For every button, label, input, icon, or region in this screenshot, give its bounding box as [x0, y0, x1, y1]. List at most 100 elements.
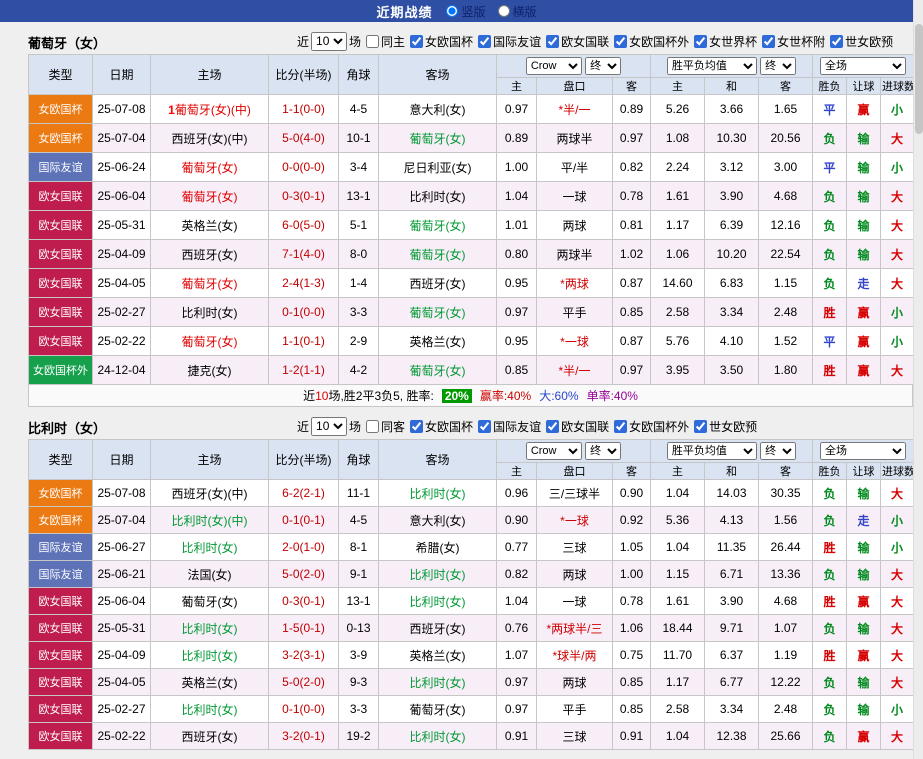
score[interactable]: 5-0(2-0) [268, 560, 339, 588]
competition-filter[interactable]: 欧女国联 [541, 418, 609, 435]
same-venue-filter[interactable]: 同客 [361, 418, 405, 435]
home-team[interactable]: 英格兰(女) [150, 668, 269, 696]
away-team[interactable]: 葡萄牙(女) [378, 695, 497, 723]
score[interactable]: 3-2(3-1) [268, 641, 339, 669]
competition-filter[interactable]: 女欧国杯 [405, 418, 473, 435]
away-team[interactable]: 葡萄牙(女) [378, 355, 497, 385]
home-team[interactable]: 葡萄牙(女) [150, 181, 269, 211]
odds-stage-select[interactable]: 终 [585, 57, 622, 75]
away-team[interactable]: 葡萄牙(女) [378, 239, 497, 269]
layout-option-vertical[interactable]: 竖版 [446, 3, 486, 20]
competition-filter-checkbox[interactable] [614, 34, 628, 48]
home-team[interactable]: 英格兰(女) [150, 210, 269, 240]
same-venue-filter-checkbox[interactable] [366, 34, 380, 48]
score[interactable]: 0-3(0-1) [268, 587, 339, 615]
layout-option-horizontal[interactable]: 横版 [497, 3, 537, 20]
score[interactable]: 0-1(0-0) [268, 695, 339, 723]
competition-filter[interactable]: 世女欧预 [825, 33, 893, 50]
scope-select[interactable]: 全场 [820, 57, 907, 75]
competition-filter-checkbox[interactable] [614, 419, 628, 433]
odds-stage-select[interactable]: 终 [585, 442, 622, 460]
home-team[interactable]: 比利时(女)(中) [150, 506, 269, 534]
score[interactable]: 1-5(0-1) [268, 614, 339, 642]
score[interactable]: 0-1(0-1) [268, 506, 339, 534]
score[interactable]: 3-2(0-1) [268, 722, 339, 750]
away-team[interactable]: 希腊(女) [378, 533, 497, 561]
score[interactable]: 5-0(2-0) [268, 668, 339, 696]
score[interactable]: 2-0(1-0) [268, 533, 339, 561]
away-team[interactable]: 意大利(女) [378, 94, 497, 124]
home-team[interactable]: 葡萄牙(女) [150, 326, 269, 356]
score[interactable]: 0-3(0-1) [268, 181, 339, 211]
home-team[interactable]: 法国(女) [150, 560, 269, 588]
home-team[interactable]: 葡萄牙(女) [150, 268, 269, 298]
euro-stage-select[interactable]: 终 [760, 57, 797, 75]
away-team[interactable]: 比利时(女) [378, 479, 497, 507]
home-team[interactable]: 葡萄牙(女) [150, 587, 269, 615]
competition-filter-checkbox[interactable] [478, 419, 492, 433]
competition-filter-checkbox[interactable] [762, 34, 776, 48]
home-team[interactable]: 1葡萄牙(女)(中) [150, 94, 269, 124]
home-team[interactable]: 西班牙(女) [150, 239, 269, 269]
competition-filter[interactable]: 国际友谊 [473, 33, 541, 50]
home-team[interactable]: 比利时(女) [150, 641, 269, 669]
competition-filter[interactable]: 女世界杯 [689, 33, 757, 50]
score[interactable]: 6-2(2-1) [268, 479, 339, 507]
euro-odds-select[interactable]: 胜平负均值 [666, 57, 757, 75]
competition-filter[interactable]: 世女欧预 [689, 418, 757, 435]
competition-filter-checkbox[interactable] [694, 419, 708, 433]
score[interactable]: 5-0(4-0) [268, 123, 339, 153]
horizontal-layout-radio[interactable] [497, 5, 510, 17]
home-team[interactable]: 西班牙(女)(中) [150, 123, 269, 153]
vertical-layout-radio[interactable] [446, 5, 459, 17]
recent-count-select[interactable]: 10 [311, 31, 348, 51]
away-team[interactable]: 葡萄牙(女) [378, 297, 497, 327]
same-venue-filter-checkbox[interactable] [366, 419, 380, 433]
competition-filter-checkbox[interactable] [694, 34, 708, 48]
home-team[interactable]: 西班牙(女) [150, 722, 269, 750]
vertical-scrollbar[interactable] [913, 0, 923, 759]
competition-filter-checkbox[interactable] [830, 34, 844, 48]
away-team[interactable]: 葡萄牙(女) [378, 123, 497, 153]
home-team[interactable]: 比利时(女) [150, 297, 269, 327]
competition-filter[interactable]: 女欧国杯外 [609, 418, 689, 435]
competition-filter[interactable]: 女欧国杯 [405, 33, 473, 50]
home-team[interactable]: 捷克(女) [150, 355, 269, 385]
competition-filter-checkbox[interactable] [478, 34, 492, 48]
score[interactable]: 1-2(1-1) [268, 355, 339, 385]
home-team[interactable]: 比利时(女) [150, 533, 269, 561]
away-team[interactable]: 比利时(女) [378, 668, 497, 696]
away-team[interactable]: 比利时(女) [378, 722, 497, 750]
score[interactable]: 1-1(0-1) [268, 326, 339, 356]
scope-select[interactable]: 全场 [820, 442, 907, 460]
competition-filter[interactable]: 女欧国杯外 [609, 33, 689, 50]
score[interactable]: 0-0(0-0) [268, 152, 339, 182]
away-team[interactable]: 比利时(女) [378, 181, 497, 211]
score[interactable]: 2-4(1-3) [268, 268, 339, 298]
home-team[interactable]: 比利时(女) [150, 695, 269, 723]
competition-filter-checkbox[interactable] [546, 419, 560, 433]
euro-stage-select[interactable]: 终 [760, 442, 797, 460]
away-team[interactable]: 西班牙(女) [378, 614, 497, 642]
scrollbar-thumb[interactable] [915, 24, 923, 134]
score[interactable]: 1-1(0-0) [268, 94, 339, 124]
competition-filter[interactable]: 国际友谊 [473, 418, 541, 435]
away-team[interactable]: 英格兰(女) [378, 326, 497, 356]
score[interactable]: 6-0(5-0) [268, 210, 339, 240]
away-team[interactable]: 比利时(女) [378, 587, 497, 615]
away-team[interactable]: 西班牙(女) [378, 268, 497, 298]
bookmaker-select[interactable]: Crow [525, 57, 582, 75]
home-team[interactable]: 葡萄牙(女) [150, 152, 269, 182]
competition-filter[interactable]: 欧女国联 [541, 33, 609, 50]
away-team[interactable]: 葡萄牙(女) [378, 210, 497, 240]
bookmaker-select[interactable]: Crow [525, 442, 582, 460]
competition-filter-checkbox[interactable] [410, 419, 424, 433]
competition-filter[interactable]: 女世杯附 [757, 33, 825, 50]
competition-filter-checkbox[interactable] [410, 34, 424, 48]
score[interactable]: 7-1(4-0) [268, 239, 339, 269]
away-team[interactable]: 尼日利亚(女) [378, 152, 497, 182]
competition-filter-checkbox[interactable] [546, 34, 560, 48]
home-team[interactable]: 比利时(女) [150, 614, 269, 642]
home-team[interactable]: 西班牙(女)(中) [150, 479, 269, 507]
away-team[interactable]: 比利时(女) [378, 560, 497, 588]
